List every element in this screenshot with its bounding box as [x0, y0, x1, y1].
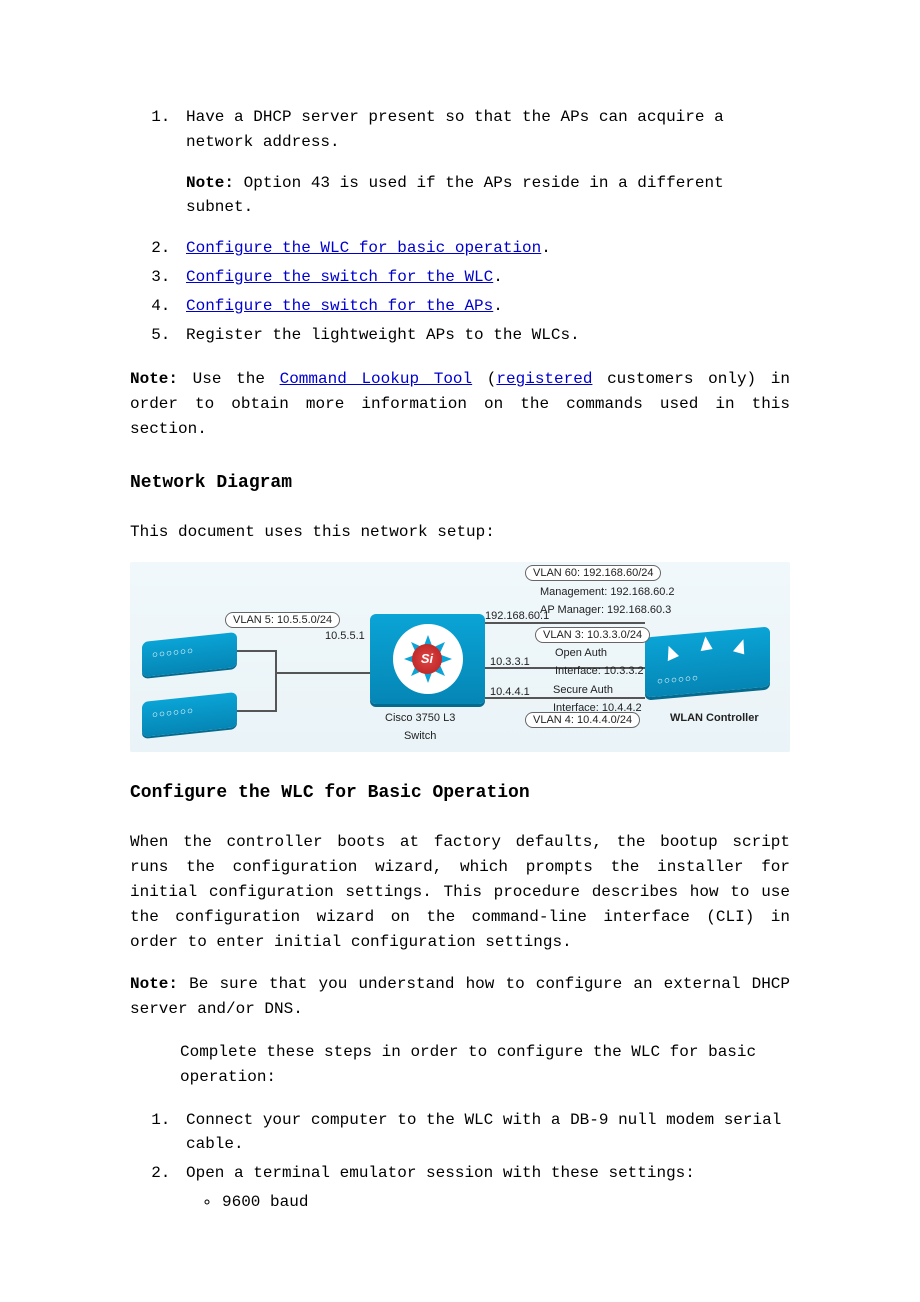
heading-network-diagram: Network Diagram [130, 470, 790, 498]
wlc-para-2: Complete these steps in order to configu… [130, 1040, 790, 1090]
note-text: Be sure that you understand how to confi… [130, 975, 790, 1018]
step-1-note: Note: Option 43 is used if the APs resid… [186, 171, 790, 221]
step-4: Configure the switch for the APs. [180, 294, 790, 319]
switch-icon: Si [370, 614, 485, 704]
wlc-para-1: When the controller boots at factory def… [130, 830, 790, 954]
note-mid: ( [472, 370, 496, 388]
document-page: Have a DHCP server present so that the A… [0, 0, 920, 1302]
wlc-step-1: Connect your computer to the WLC with a … [180, 1108, 790, 1158]
openauth-label: Open AuthInterface: 10.3.3.2 [555, 645, 644, 679]
heading-configure-wlc: Configure the WLC for Basic Operation [130, 780, 790, 808]
terminal-settings-list: 9600 baud [130, 1190, 790, 1215]
link-registered[interactable]: registered [496, 370, 592, 388]
wlan-label: WLAN Controller [670, 710, 759, 727]
step-1-text: Have a DHCP server present so that the A… [186, 108, 724, 151]
note-label: Note: [130, 370, 178, 388]
step-5-text: Register the lightweight APs to the WLCs… [186, 326, 580, 344]
setting-item: 9600 baud [220, 1190, 790, 1215]
ip-label: 192.168.60.1 [485, 608, 549, 625]
secureauth-label: Secure AuthInterface: 10.4.4.2 [553, 682, 642, 716]
wlan-controller-icon: ○○○○○○ [645, 627, 770, 698]
step-2: Configure the WLC for basic operation. [180, 236, 790, 261]
note-label: Note: [130, 975, 178, 993]
wire-icon [275, 672, 370, 674]
note-lookup: Note: Use the Command Lookup Tool (regis… [130, 367, 790, 441]
link-configure-switch-wlc[interactable]: Configure the switch for the WLC [186, 268, 493, 286]
wlc-steps-list: Connect your computer to the WLC with a … [130, 1108, 790, 1186]
wlc-step-2: Open a terminal emulator session with th… [180, 1161, 790, 1186]
access-point-icon: ○○○○○○ [142, 692, 237, 737]
vlan4-label: VLAN 4: 10.4.4.0/24 [525, 712, 640, 728]
link-command-lookup-tool[interactable]: Command Lookup Tool [280, 370, 473, 388]
wlc-note: Note: Be sure that you understand how to… [130, 972, 790, 1022]
wire-icon [275, 650, 277, 710]
diagram-intro: This document uses this network setup: [130, 520, 790, 545]
top-steps-list: Have a DHCP server present so that the A… [130, 105, 790, 347]
setting-text: 9600 baud [222, 1193, 308, 1211]
wire-icon [237, 710, 277, 712]
network-diagram: ○○○○○○ ○○○○○○ Si [130, 562, 790, 752]
ip-label: 10.4.4.1 [490, 684, 530, 701]
link-configure-wlc[interactable]: Configure the WLC for basic operation [186, 239, 541, 257]
vlan5-label: VLAN 5: 10.5.5.0/24 [225, 612, 340, 628]
mgmt-label: Management: 192.168.60.2AP Manager: 192.… [540, 584, 675, 618]
ip-label: 10.3.3.1 [490, 654, 530, 671]
note-label: Note: [186, 174, 234, 192]
step-5: Register the lightweight APs to the WLCs… [180, 323, 790, 348]
vlan3-label: VLAN 3: 10.3.3.0/24 [535, 627, 650, 643]
step-1: Have a DHCP server present so that the A… [180, 105, 790, 220]
access-point-icon: ○○○○○○ [142, 632, 237, 677]
wlc-step-2-text: Open a terminal emulator session with th… [186, 1164, 695, 1182]
ip-label: 10.5.5.1 [325, 628, 365, 645]
switch-label: Cisco 3750 L3Switch [385, 710, 455, 744]
vlan60-label: VLAN 60: 192.168.60/24 [525, 565, 661, 581]
wlc-step-1-text: Connect your computer to the WLC with a … [186, 1111, 781, 1154]
step-3: Configure the switch for the WLC. [180, 265, 790, 290]
wire-icon [237, 650, 277, 652]
note-text: Option 43 is used if the APs reside in a… [186, 174, 724, 217]
link-configure-switch-aps[interactable]: Configure the switch for the APs [186, 297, 493, 315]
note-pre: Use the [178, 370, 280, 388]
